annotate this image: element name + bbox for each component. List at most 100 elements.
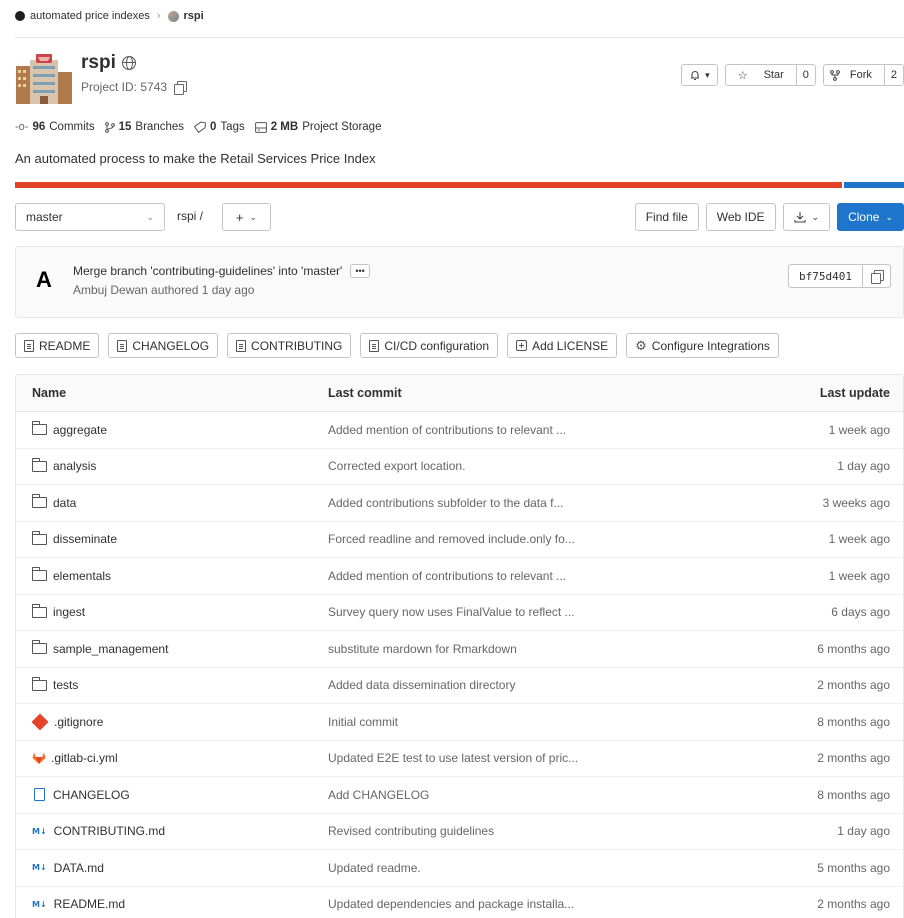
file-name[interactable]: .gitlab-ci.yml: [51, 751, 118, 765]
changelog-link[interactable]: CHANGELOG: [108, 333, 219, 358]
add-license-button[interactable]: Add LICENSE: [507, 333, 618, 358]
file-name-cell[interactable]: sample_management: [16, 640, 312, 656]
table-row[interactable]: CHANGELOG Add CHANGELOG 8 months ago: [16, 777, 903, 814]
fork-label-wrap[interactable]: Fork: [824, 65, 884, 85]
commit-message-cell[interactable]: Forced readline and removed include.only…: [312, 532, 712, 546]
project-description: An automated process to make the Retail …: [15, 151, 376, 166]
file-name[interactable]: aggregate: [53, 423, 107, 437]
commit-sha-link[interactable]: bf75d401: [788, 264, 863, 288]
file-name-cell[interactable]: aggregate: [16, 421, 312, 437]
table-row[interactable]: disseminate Forced readline and removed i…: [16, 522, 903, 558]
cicd-configuration-link[interactable]: CI/CD configuration: [360, 333, 499, 358]
commit-message-cell[interactable]: Added data dissemination directory: [312, 678, 712, 692]
last-update-cell: 1 day ago: [837, 459, 890, 474]
branches-link[interactable]: 15 Branches: [104, 121, 184, 133]
table-row[interactable]: analysis Corrected export location. 1 day …: [16, 449, 903, 485]
file-name-cell[interactable]: analysis: [16, 457, 312, 473]
clone-button[interactable]: Clone ⌄: [837, 203, 904, 231]
markdown-icon: M↓: [32, 899, 47, 909]
find-file-button[interactable]: Find file: [634, 203, 699, 231]
author-avatar[interactable]: A: [36, 267, 52, 293]
project-quick-links: README CHANGELOG CONTRIBUTING CI/CD conf…: [15, 333, 779, 358]
star-count[interactable]: 0: [795, 65, 815, 85]
table-row[interactable]: M↓ DATA.md Updated readme. 5 months ago: [16, 850, 903, 887]
file-name[interactable]: sample_management: [53, 642, 168, 656]
breadcrumb-project-link[interactable]: rspi: [184, 10, 204, 22]
commit-message-cell[interactable]: Updated readme.: [312, 861, 712, 875]
web-ide-button[interactable]: Web IDE: [705, 203, 776, 231]
file-name-cell[interactable]: CHANGELOG: [16, 788, 312, 802]
file-name[interactable]: data: [53, 496, 76, 510]
file-name-cell[interactable]: disseminate: [16, 530, 312, 546]
contributing-link[interactable]: CONTRIBUTING: [227, 333, 352, 358]
table-row[interactable]: elementals Added mention of contributions…: [16, 558, 903, 595]
commit-message-cell[interactable]: Added mention of contributions to releva…: [312, 423, 712, 437]
file-name[interactable]: disseminate: [53, 532, 117, 546]
table-row[interactable]: M↓ CONTRIBUTING.md Revised contributing gu…: [16, 814, 903, 850]
file-name-cell[interactable]: M↓ DATA.md: [16, 861, 312, 875]
commit-message-cell[interactable]: Added mention of contributions to releva…: [312, 569, 712, 583]
star-button[interactable]: ☆ Star 0: [724, 64, 816, 86]
file-name[interactable]: tests: [53, 678, 78, 692]
repo-path[interactable]: rspi /: [177, 209, 203, 223]
toggle-commit-description-button[interactable]: •••: [350, 264, 370, 278]
file-name[interactable]: CHANGELOG: [53, 788, 130, 802]
table-row[interactable]: .gitignore Initial commit 8 months ago: [16, 704, 903, 741]
file-name[interactable]: CONTRIBUTING.md: [54, 824, 165, 838]
language-bar-secondary[interactable]: [843, 182, 904, 188]
file-name[interactable]: ingest: [53, 605, 85, 619]
file-name-cell[interactable]: tests: [16, 676, 312, 692]
file-icon: [117, 339, 128, 352]
commit-message-cell[interactable]: Add CHANGELOG: [312, 788, 712, 802]
table-row[interactable]: M↓ README.md Updated dependencies and pack…: [16, 887, 903, 918]
notification-button[interactable]: ▾: [681, 64, 718, 86]
language-bar-primary[interactable]: [15, 182, 842, 188]
table-row[interactable]: ingest Survey query now uses FinalValue t…: [16, 595, 903, 631]
readme-link[interactable]: README: [15, 333, 100, 358]
commit-message-cell[interactable]: Corrected export location.: [312, 459, 712, 473]
file-name-cell[interactable]: elementals: [16, 567, 312, 583]
copy-sha-button[interactable]: [863, 264, 891, 288]
file-name-cell[interactable]: .gitignore: [16, 713, 312, 731]
project-stats: -o- 96 Commits 15 Branches 0 Tags 2 MB P…: [15, 121, 381, 133]
breadcrumb-group-link[interactable]: automated price indexes: [30, 10, 150, 22]
commit-message-cell[interactable]: Survey query now uses FinalValue to refl…: [312, 605, 712, 619]
fork-button[interactable]: Fork 2: [822, 64, 904, 86]
table-row[interactable]: .gitlab-ci.yml Updated E2E test to use la…: [16, 741, 903, 777]
commits-link[interactable]: -o- 96 Commits: [15, 121, 95, 133]
repository-language-bar[interactable]: [15, 182, 904, 188]
branch-dropdown[interactable]: master ⌄: [15, 203, 165, 231]
table-row[interactable]: data Added contributions subfolder to the…: [16, 485, 903, 522]
file-name[interactable]: README.md: [54, 897, 125, 911]
file-name-cell[interactable]: ingest: [16, 603, 312, 619]
file-name-cell[interactable]: M↓ CONTRIBUTING.md: [16, 824, 312, 838]
file-name[interactable]: DATA.md: [54, 861, 104, 875]
configure-integrations-button[interactable]: ⚙ Configure Integrations: [626, 333, 779, 358]
file-name-cell[interactable]: data: [16, 494, 312, 510]
commit-message-cell[interactable]: Revised contributing guidelines: [312, 824, 712, 838]
last-update-cell: 2 months ago: [817, 897, 890, 912]
commit-message-link[interactable]: Merge branch 'contributing-guidelines' i…: [73, 264, 342, 278]
markdown-icon: M↓: [32, 863, 47, 873]
commit-message-cell[interactable]: Added contributions subfolder to the dat…: [312, 496, 712, 510]
table-row[interactable]: aggregate Added mention of contributions …: [16, 412, 903, 449]
last-update-cell: 6 months ago: [817, 641, 890, 656]
copy-icon[interactable]: [174, 80, 188, 95]
table-row[interactable]: tests Added data dissemination directory 2…: [16, 668, 903, 704]
download-button[interactable]: ⌄: [782, 203, 831, 231]
commit-message-cell[interactable]: Updated dependencies and package install…: [312, 897, 712, 911]
file-name[interactable]: elementals: [53, 569, 111, 583]
star-label-wrap[interactable]: ☆ Star: [726, 65, 796, 85]
file-name-cell[interactable]: M↓ README.md: [16, 897, 312, 911]
file-name[interactable]: analysis: [53, 459, 96, 473]
commit-message-cell[interactable]: substitute mardown for Rmarkdown: [312, 642, 712, 656]
add-to-tree-button[interactable]: + ⌄: [222, 203, 271, 231]
file-name[interactable]: .gitignore: [54, 715, 103, 729]
table-row[interactable]: sample_management substitute mardown for …: [16, 631, 903, 668]
commit-message-cell[interactable]: Initial commit: [312, 715, 712, 729]
file-name-cell[interactable]: .gitlab-ci.yml: [16, 751, 312, 765]
tags-link[interactable]: 0 Tags: [194, 121, 245, 133]
storage-link[interactable]: 2 MB Project Storage: [254, 121, 381, 133]
commit-message-cell[interactable]: Updated E2E test to use latest version o…: [312, 751, 712, 765]
fork-count[interactable]: 2: [883, 65, 903, 85]
